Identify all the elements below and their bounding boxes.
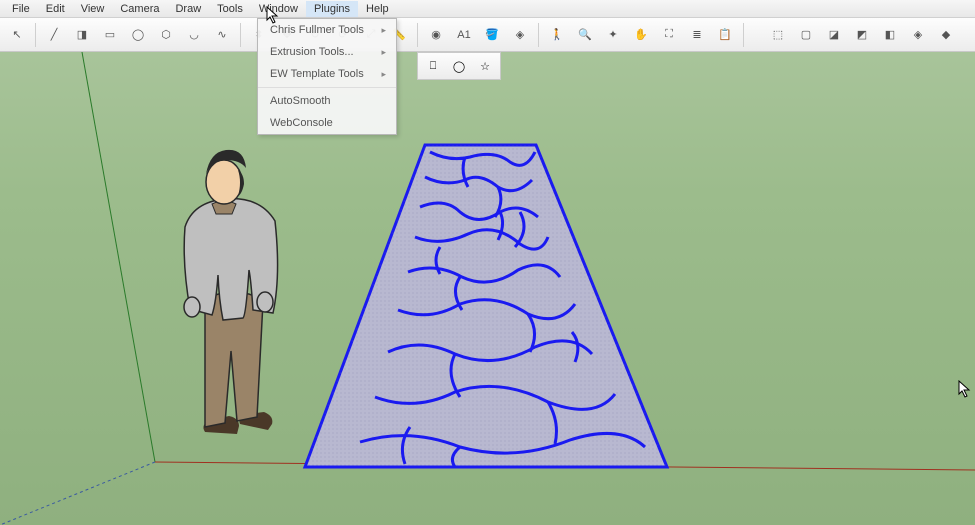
flagstone-path [305, 145, 667, 467]
xray-tool[interactable]: ◈ [905, 22, 931, 48]
text-tool[interactable]: A1 [451, 22, 477, 48]
paint-tool[interactable]: 🪣 [479, 22, 505, 48]
layers-tool[interactable]: ≣ [684, 22, 710, 48]
circle-tool[interactable]: ◯ [125, 22, 151, 48]
blue-axis [0, 462, 155, 525]
door-icon[interactable]: ⎕ [422, 55, 444, 77]
plugins-dropdown: Chris Fullmer Tools▸Extrusion Tools...▸E… [257, 18, 397, 135]
plugins-item-label: EW Template Tools [270, 68, 364, 80]
arc-tool[interactable]: ◡ [181, 22, 207, 48]
submenu-arrow-icon: ▸ [381, 47, 386, 58]
menu-draw[interactable]: Draw [167, 1, 209, 17]
plugins-item-0[interactable]: Chris Fullmer Tools ▸ [258, 19, 396, 41]
plugins-item-4[interactable]: WebConsole [258, 112, 396, 134]
orbit-tool[interactable]: ✦ [600, 22, 626, 48]
plugins-item-label: WebConsole [270, 117, 333, 129]
zoom-extents-tool[interactable]: ⛶ [656, 22, 682, 48]
iso-tool[interactable]: ⬚ [765, 22, 791, 48]
plugins-item-label: Extrusion Tools... [270, 46, 354, 58]
menu-view[interactable]: View [73, 1, 113, 17]
main-toolbar: ↖╱◨▭◯⬡◡∿⬍✥↻⟳⤢📏◉A1🪣◈🚶🔍✦✋⛶≣📋⬚▢◪◩◧◈◆ [0, 18, 975, 52]
plugins-item-label: AutoSmooth [270, 95, 331, 107]
menu-file[interactable]: File [4, 1, 38, 17]
walk-tool[interactable]: 🚶 [544, 22, 570, 48]
menu-help[interactable]: Help [358, 1, 397, 17]
right-tool[interactable]: ◩ [849, 22, 875, 48]
menu-tools[interactable]: Tools [209, 1, 251, 17]
front-tool[interactable]: ◪ [821, 22, 847, 48]
plugins-item-label: Chris Fullmer Tools [270, 24, 364, 36]
component-tool[interactable]: ◈ [507, 22, 533, 48]
green-axis [82, 52, 155, 462]
polygon-tool[interactable]: ⬡ [153, 22, 179, 48]
freehand-tool[interactable]: ∿ [209, 22, 235, 48]
viewport[interactable] [0, 52, 975, 525]
submenu-arrow-icon: ▸ [381, 25, 386, 36]
submenu-arrow-icon: ▸ [381, 69, 386, 80]
back-tool[interactable]: ◧ [877, 22, 903, 48]
ellipse-icon[interactable]: ◯ [448, 55, 470, 77]
eraser-tool[interactable]: ◨ [69, 22, 95, 48]
pan-tool[interactable]: ✋ [628, 22, 654, 48]
shaded-tool[interactable]: ◆ [933, 22, 959, 48]
menu-plugins[interactable]: Plugins [306, 1, 358, 17]
menu-window[interactable]: Window [251, 1, 306, 17]
select-tool[interactable]: ↖ [4, 22, 30, 48]
mini-toolbar: ⎕◯☆ [417, 52, 501, 80]
menubar: File Edit View Camera Draw Tools Window … [0, 0, 975, 18]
line-tool[interactable]: ╱ [41, 22, 67, 48]
menu-camera[interactable]: Camera [112, 1, 167, 17]
scale-figure [184, 150, 278, 434]
scene-canvas [0, 52, 975, 525]
star-icon[interactable]: ☆ [474, 55, 496, 77]
protractor-tool[interactable]: ◉ [423, 22, 449, 48]
outliner-tool[interactable]: 📋 [712, 22, 738, 48]
rectangle-tool[interactable]: ▭ [97, 22, 123, 48]
plugins-item-3[interactable]: AutoSmooth [258, 90, 396, 112]
plugins-item-1[interactable]: Extrusion Tools... ▸ [258, 41, 396, 63]
menu-edit[interactable]: Edit [38, 1, 73, 17]
plugins-item-2[interactable]: EW Template Tools ▸ [258, 63, 396, 85]
top-tool[interactable]: ▢ [793, 22, 819, 48]
zoom-tool[interactable]: 🔍 [572, 22, 598, 48]
